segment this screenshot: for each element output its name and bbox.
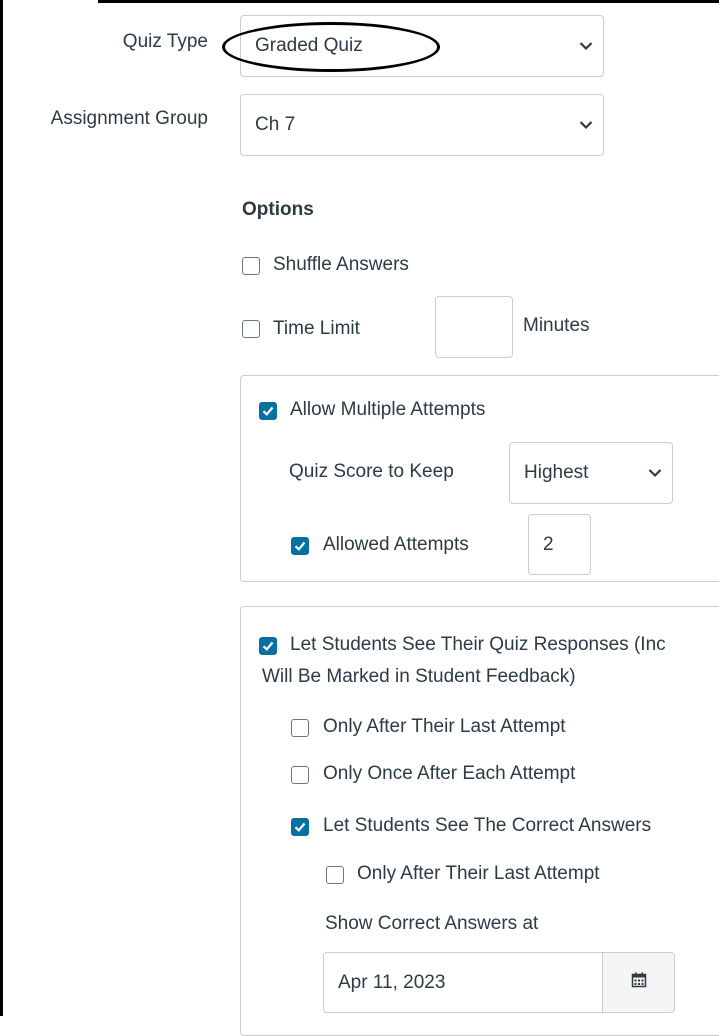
time-limit-checkbox[interactable] [242,320,260,338]
see-correct-answers-checkbox[interactable] [291,818,309,836]
assignment-group-label: Assignment Group [50,108,208,129]
only-once-after-each-label: Only Once After Each Attempt [323,763,576,784]
chevron-down-icon [579,42,593,51]
allowed-attempts-label: Allowed Attempts [323,534,469,555]
show-correct-at-value: Apr 11, 2023 [338,971,446,993]
options-heading: Options [242,199,314,220]
score-to-keep-value: Highest [524,462,589,483]
time-limit-label: Time Limit [273,318,360,339]
correct-only-after-last-checkbox[interactable] [326,866,344,884]
shuffle-answers-label: Shuffle Answers [273,254,409,275]
calendar-icon [631,972,647,993]
only-after-last-attempt-label: Only After Their Last Attempt [323,716,566,737]
quiz-type-label: Quiz Type [122,31,208,52]
assignment-group-value: Ch 7 [255,114,296,135]
allowed-attempts-input[interactable]: 2 [528,514,591,575]
chevron-down-icon [579,121,593,130]
time-limit-input[interactable] [435,296,513,358]
show-correct-at-date-input[interactable]: Apr 11, 2023 [323,952,603,1013]
see-responses-checkbox[interactable] [259,637,277,655]
see-responses-label-line1: Let Students See Their Quiz Responses (I… [290,634,666,655]
only-after-last-attempt-checkbox[interactable] [291,719,309,737]
allowed-attempts-checkbox[interactable] [291,537,309,555]
see-responses-label-line2: Will Be Marked in Student Feedback) [262,666,576,687]
see-correct-answers-label: Let Students See The Correct Answers [323,815,652,836]
correct-only-after-last-label: Only After Their Last Attempt [357,863,600,884]
allow-multiple-attempts-label: Allow Multiple Attempts [290,399,486,420]
annotation-circle [222,22,440,72]
frame-left-border [0,0,3,1016]
show-correct-at-label: Show Correct Answers at [325,913,539,934]
only-once-after-each-checkbox[interactable] [291,766,309,784]
score-to-keep-select[interactable]: Highest [509,442,673,504]
chevron-down-icon [648,469,662,478]
allow-multiple-attempts-checkbox[interactable] [259,402,277,420]
time-limit-unit: Minutes [523,315,590,336]
shuffle-answers-checkbox[interactable] [242,257,260,275]
calendar-button[interactable] [602,952,675,1013]
assignment-group-select[interactable]: Ch 7 [240,94,604,156]
frame-top-border [98,0,719,3]
score-to-keep-label: Quiz Score to Keep [289,461,454,482]
